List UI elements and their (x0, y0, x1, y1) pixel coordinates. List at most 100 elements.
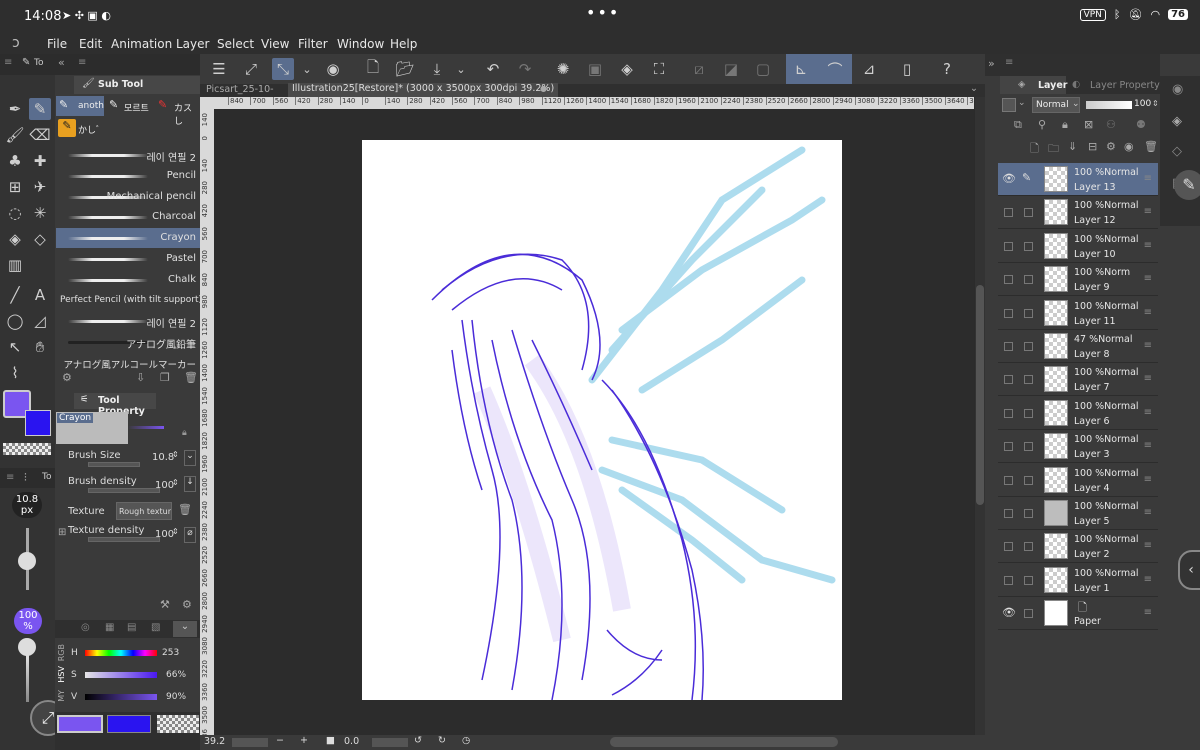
lock-box[interactable] (1024, 375, 1033, 385)
layer-opacity-slider[interactable] (1086, 101, 1132, 109)
fill-icon[interactable]: ◈ (616, 58, 638, 80)
layer-menu-icon[interactable]: ≡ (1144, 173, 1152, 184)
visibility-box[interactable] (1004, 475, 1013, 485)
brush-tool-icon[interactable]: 🖌︎ (4, 124, 26, 146)
visibility-box[interactable] (1004, 241, 1013, 251)
text-tool-icon[interactable]: A (29, 284, 51, 306)
layer-row[interactable]: 100 %Normal Layer 12 ≡ (998, 196, 1158, 230)
value-value[interactable]: 90% (166, 692, 186, 702)
lock-transparency-box[interactable] (1002, 98, 1016, 112)
visibility-box[interactable] (1004, 408, 1013, 418)
layer-menu-icon[interactable]: ≡ (1144, 273, 1152, 284)
expand-icon[interactable]: ⊞ (58, 527, 66, 538)
grip-icon-2[interactable]: ≡ (78, 57, 86, 68)
vertical-scrollbar[interactable] (975, 97, 985, 737)
device-icon[interactable]: ▯ (896, 58, 918, 80)
lock-box[interactable] (1024, 609, 1033, 619)
tool-tab-icon[interactable]: ✎ (22, 57, 30, 68)
lock-box[interactable] (1024, 442, 1033, 452)
layer-row[interactable]: 100 %Normal Layer 4 ≡ (998, 464, 1158, 497)
visibility-box[interactable] (1004, 342, 1013, 351)
grip-icon-3[interactable]: ≡ (6, 472, 14, 483)
eyedropper-tool-icon[interactable]: ⌇ (4, 362, 26, 384)
layer-row[interactable]: 100 %Normal Layer 6 ≡ (998, 397, 1158, 430)
clear-icon[interactable]: ▣ (584, 58, 606, 80)
navigator-icon[interactable]: ◉ (1172, 82, 1183, 97)
grip-icon[interactable]: ≡ (4, 57, 12, 68)
lock-box[interactable] (1024, 342, 1033, 351)
record-icon[interactable]: ◉ (322, 58, 344, 80)
subtool-group-anoth[interactable]: ✎ anoth (56, 96, 104, 116)
stepper-icon[interactable]: ⇕ (172, 450, 179, 459)
layer-menu-icon[interactable]: ≡ (1144, 373, 1152, 384)
brush-size-value[interactable]: 10.8 (152, 452, 174, 463)
delete-subtool-icon[interactable]: 🗑︎ (184, 371, 198, 384)
lock-box[interactable] (1024, 275, 1033, 285)
layer-row[interactable]: 100 %Normal Layer 1 ≡ (998, 564, 1158, 597)
lock-icon[interactable]: 🔒︎ (182, 428, 187, 438)
drawing-canvas[interactable] (362, 140, 842, 700)
brush-item[interactable]: アナログ風アルコールマーカー (56, 353, 200, 373)
undo-icon[interactable]: ↶ (482, 58, 504, 80)
my-tab[interactable]: MY (57, 690, 66, 702)
slider-tab-label[interactable]: To (42, 472, 51, 482)
stepper-icon[interactable]: ⇕ (172, 478, 179, 487)
line-tool-icon[interactable]: ╱ (4, 284, 26, 306)
brush-item[interactable]: Charcoal (56, 207, 200, 227)
tool-tab-label[interactable]: To (34, 58, 43, 68)
grip-icon-4[interactable]: ≡ (1005, 57, 1013, 68)
menu-select[interactable]: Select (217, 37, 254, 51)
help-icon[interactable]: ? (936, 58, 958, 80)
layer-row[interactable]: 100 %Normal Layer 3 ≡ (998, 430, 1158, 464)
import-icon[interactable]: ⇩ (136, 371, 145, 384)
new-file-icon[interactable]: 🗋︎ (362, 58, 384, 80)
pressure-icon[interactable]: ⌄ (184, 450, 196, 466)
visibility-box[interactable] (1004, 542, 1013, 552)
brush-item[interactable]: アナログ風鉛筆 (56, 332, 200, 352)
vertical-scroll-thumb[interactable] (976, 285, 984, 505)
ruler-snap-icon[interactable]: ⊾ (790, 58, 812, 80)
lock-box[interactable] (1024, 408, 1033, 418)
duplicate-icon[interactable]: ❐ (160, 371, 170, 384)
decoration-tool-icon[interactable]: ♣ (4, 150, 26, 172)
menu-window[interactable]: Window (337, 37, 384, 51)
hue-slider[interactable] (85, 650, 157, 656)
subtool-group-4[interactable]: ✎ かしﾞ (56, 118, 104, 138)
visibility-box[interactable] (1004, 275, 1013, 285)
subtool-group-3[interactable]: ✎ カスし (156, 96, 200, 127)
merge-down-icon[interactable]: ⊟ (1088, 140, 1097, 153)
mask-icon[interactable]: ⚉ (1136, 118, 1146, 131)
visibility-box[interactable] (1004, 509, 1013, 518)
saturation-slider[interactable] (85, 672, 157, 678)
layer-menu-icon[interactable]: ≡ (1144, 307, 1152, 318)
menu-filter[interactable]: Filter (298, 37, 328, 51)
figure-tool-icon[interactable]: ⊞ (4, 176, 26, 198)
brush-item[interactable]: 레이 연필 2 (56, 311, 200, 331)
layer-mask-icon[interactable]: ◉ (1124, 140, 1134, 153)
perspective-ruler-icon[interactable]: ⊿ (858, 58, 880, 80)
zoom-in-button[interactable]: + (300, 735, 308, 746)
stepper-icon[interactable]: ⇕ (172, 527, 179, 536)
brush-item[interactable]: Perfect Pencil (with tilt support) (56, 291, 202, 311)
panel-collapse-icon[interactable]: ⌄ (173, 621, 197, 637)
brush-density-slider[interactable] (88, 488, 160, 493)
layer-menu-icon[interactable]: ≡ (1144, 440, 1152, 451)
pen-tool-icon[interactable]: ✒ (4, 98, 26, 120)
visibility-box[interactable] (1004, 208, 1013, 218)
tabs-dropdown-icon[interactable]: ⌄ (970, 83, 978, 94)
redo-icon[interactable]: ↷ (514, 58, 536, 80)
invert-selection-icon[interactable]: ◪ (720, 58, 742, 80)
transparent-swatch[interactable] (3, 443, 51, 455)
layer-property-tab-icon[interactable]: ◐ (1072, 79, 1080, 90)
layer-menu-icon[interactable]: ≡ (1144, 507, 1152, 518)
opacity-stepper[interactable]: ⇕ (1152, 99, 1159, 108)
dropdown-icon-2[interactable]: ⌄ (1018, 98, 1026, 108)
hsv-tab[interactable]: HSV (57, 666, 66, 683)
layer-menu-icon[interactable]: ≡ (1144, 407, 1152, 418)
fit-canvas-icon[interactable]: ⤢ (240, 58, 262, 80)
collapse-right-icon[interactable]: » (988, 57, 995, 70)
layer-row[interactable]: 100 %Normal Layer 2 ≡ (998, 530, 1158, 564)
save-dropdown-icon[interactable]: ⌄ (450, 58, 472, 80)
layer-menu-icon[interactable]: ≡ (1144, 240, 1152, 251)
lock-box[interactable] (1024, 575, 1033, 585)
